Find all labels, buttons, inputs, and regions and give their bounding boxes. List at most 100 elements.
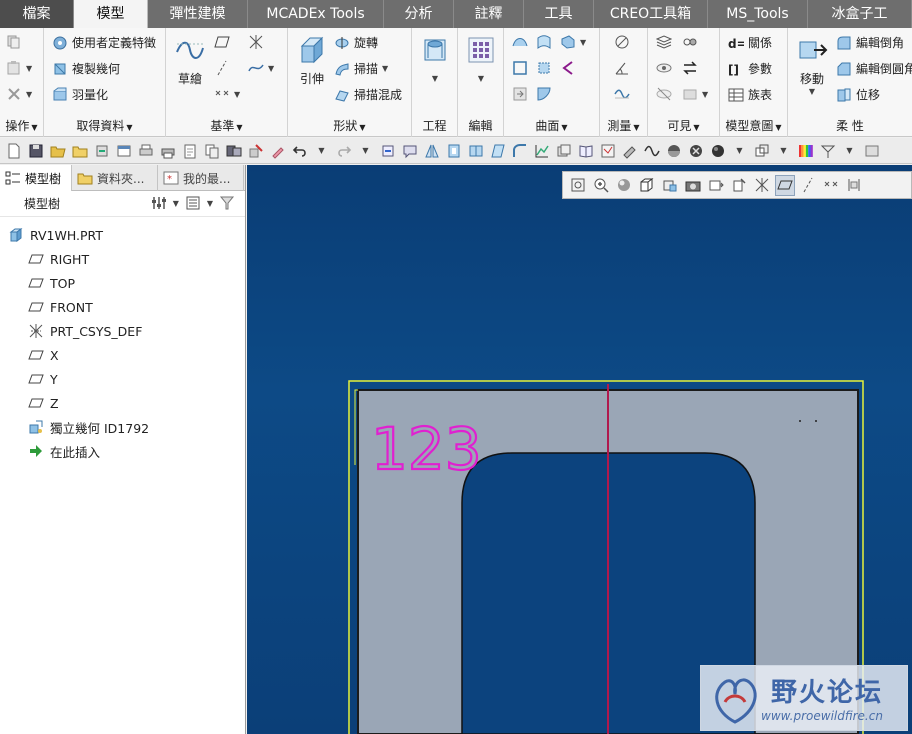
paste-button[interactable]: ▼	[6, 60, 32, 76]
plane-display-toggle[interactable]	[775, 174, 795, 196]
group-label-engineering[interactable]: 工程	[412, 117, 457, 134]
window-button[interactable]	[114, 141, 133, 160]
tree-item-z[interactable]: Z	[0, 391, 245, 415]
offset-button[interactable]: 位移	[836, 86, 880, 103]
tree-settings-icon[interactable]	[151, 195, 167, 211]
shrinkwrap-button[interactable]: 羽量化	[52, 86, 108, 103]
perspective-button[interactable]	[707, 176, 725, 195]
open-recent-button[interactable]	[70, 141, 89, 160]
sketch-curve-button[interactable]	[642, 141, 661, 160]
draft-button[interactable]	[488, 141, 507, 160]
tree-columns-dropdown[interactable]: ▼	[207, 199, 213, 208]
group-label-flexible[interactable]: 柔 性	[788, 117, 912, 134]
measure-distance-button[interactable]	[614, 34, 630, 50]
display-style-button[interactable]	[708, 141, 727, 160]
tree-item-right[interactable]: RIGHT	[0, 247, 245, 271]
surface-rect-button[interactable]	[512, 60, 528, 76]
unhide-all-button[interactable]	[656, 86, 672, 102]
tab-creo-toolbox[interactable]: CREO工具箱	[594, 0, 708, 28]
surface-offset-button[interactable]	[536, 60, 552, 76]
axis-display-toggle[interactable]	[799, 176, 817, 195]
note-button[interactable]	[620, 141, 639, 160]
swept-blend-button[interactable]: 掃描混成	[334, 86, 402, 103]
tab-mcadex-tools[interactable]: MCADEx Tools	[248, 0, 384, 28]
redo-button[interactable]	[334, 141, 353, 160]
surface-extend-button[interactable]	[512, 86, 528, 102]
display-shaded-button[interactable]	[664, 141, 683, 160]
refit-button[interactable]	[569, 176, 587, 195]
sweep-button[interactable]: 掃描 ▼	[334, 60, 388, 77]
redo-dropdown[interactable]: ▼	[356, 141, 375, 160]
save-button[interactable]	[26, 141, 45, 160]
group-label-get-data[interactable]: 取得資料 ▼	[44, 117, 165, 134]
named-views-button[interactable]	[638, 176, 656, 195]
inspect-button[interactable]	[598, 141, 617, 160]
surface-fill-button[interactable]	[512, 34, 528, 50]
tab-tools[interactable]: 工具	[524, 0, 594, 28]
measure-curvature-button[interactable]	[614, 86, 630, 102]
display-wire-button[interactable]	[686, 141, 705, 160]
saved-views-button[interactable]	[752, 141, 771, 160]
csys-display-button[interactable]	[753, 176, 771, 195]
freestyle-button[interactable]: ▼	[560, 34, 586, 50]
section-button[interactable]	[730, 176, 748, 195]
graphics-window[interactable]: 123	[247, 165, 912, 734]
regenerate-button[interactable]	[92, 141, 111, 160]
tree-item-independent-geometry[interactable]: 獨立幾何 ID1792	[0, 415, 245, 439]
tab-folder-browser[interactable]: 資料夾...	[72, 165, 158, 191]
boundary-blend-button[interactable]	[536, 34, 552, 50]
open-button[interactable]	[48, 141, 67, 160]
group-label-shapes[interactable]: 形狀 ▼	[288, 117, 411, 134]
round-button[interactable]	[510, 141, 529, 160]
tools-button[interactable]	[268, 141, 287, 160]
relations-button[interactable]: d= 關係	[728, 34, 772, 51]
tab-analysis[interactable]: 分析	[384, 0, 454, 28]
tab-model-tree[interactable]: 模型樹	[0, 165, 72, 191]
appearance-button[interactable]	[796, 141, 815, 160]
spin-center-dropdown[interactable]: ▼	[840, 141, 859, 160]
tab-model[interactable]: 模型	[74, 0, 148, 28]
group-label-visibility[interactable]: 可見 ▼	[648, 117, 719, 134]
family-table-button[interactable]: 族表	[728, 86, 772, 103]
tab-icebox[interactable]: 冰盒子工	[808, 0, 912, 28]
tree-item-part[interactable]: RV1WH.PRT	[0, 223, 245, 247]
tab-file[interactable]: 檔案	[0, 0, 74, 28]
close-window-button[interactable]	[136, 141, 155, 160]
edit-chamfer-button[interactable]: 編輯倒圓角	[836, 60, 912, 77]
tree-columns-icon[interactable]	[185, 195, 201, 211]
measure-angle-button[interactable]	[614, 60, 630, 76]
swap-button[interactable]	[682, 60, 698, 76]
graph-button[interactable]	[532, 141, 551, 160]
extrude-button[interactable]: 引伸	[292, 34, 332, 87]
mirror-button[interactable]	[422, 141, 441, 160]
zoom-in-button[interactable]	[592, 176, 610, 195]
move-button[interactable]: 移動 ▼	[792, 34, 832, 96]
tab-favorites[interactable]: * 我的最...	[158, 165, 244, 191]
undo-button[interactable]	[290, 141, 309, 160]
shell-button[interactable]	[444, 141, 463, 160]
undo-dropdown[interactable]: ▼	[312, 141, 331, 160]
tab-annotate[interactable]: 註釋	[454, 0, 524, 28]
point-display-toggle[interactable]	[822, 176, 840, 195]
model-player-button[interactable]	[224, 141, 243, 160]
edit-round-button[interactable]: 編輯倒角	[836, 34, 904, 51]
tree-item-insert-here[interactable]: 在此插入	[0, 439, 245, 463]
group-label-model-intent[interactable]: 模型意圖 ▼	[720, 117, 787, 134]
delete-button[interactable]: ▼	[6, 86, 32, 102]
user-defined-feature-button[interactable]: 使用者定義特徵	[52, 34, 156, 51]
hide-button[interactable]	[682, 34, 698, 50]
tree-item-csys[interactable]: PRT_CSYS_DEF	[0, 319, 245, 343]
toolbar-overflow-button[interactable]	[862, 141, 881, 160]
clipboard-button[interactable]	[180, 141, 199, 160]
saved-orient-button[interactable]	[661, 176, 679, 195]
tree-item-front[interactable]: FRONT	[0, 295, 245, 319]
tab-flexible-modeling[interactable]: 彈性建模	[148, 0, 248, 28]
copy-geometry-button[interactable]: 複製幾何	[52, 60, 120, 77]
copy-file-button[interactable]	[202, 141, 221, 160]
copy-button[interactable]	[6, 34, 22, 50]
rib-button[interactable]	[466, 141, 485, 160]
datum-point-button[interactable]: ▼	[214, 86, 240, 102]
zoom-out-button[interactable]	[615, 176, 633, 195]
regen-button[interactable]	[378, 141, 397, 160]
tab-ms-tools[interactable]: MS_Tools	[708, 0, 808, 28]
